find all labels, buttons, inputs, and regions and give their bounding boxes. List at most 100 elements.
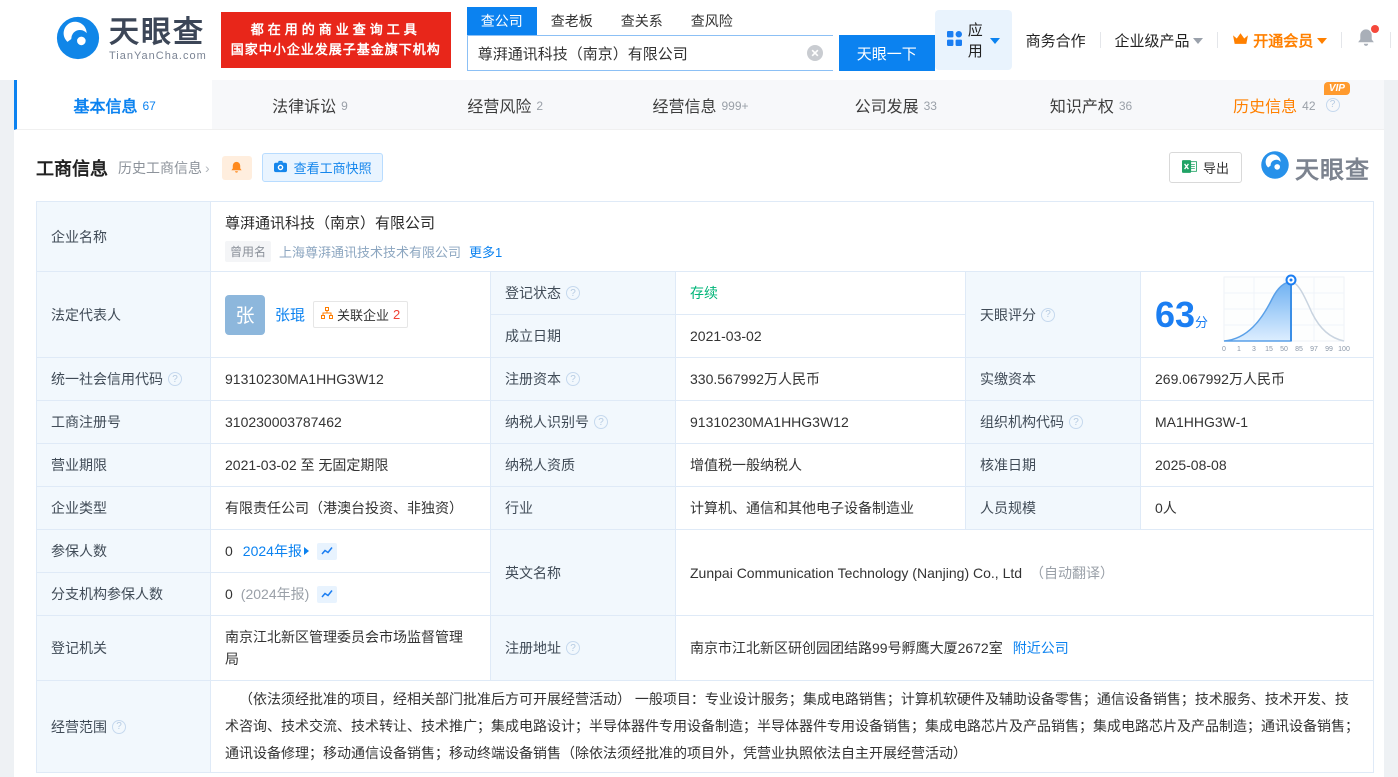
search-tab-company[interactable]: 查公司 — [467, 7, 537, 35]
tianyancha-logo[interactable]: 天眼查 TianYanCha.com — [55, 15, 207, 66]
help-icon[interactable] — [594, 415, 608, 429]
top-header: 天眼查 TianYanCha.com 都在用的商业查询工具 国家中小企业发展子基… — [0, 0, 1398, 80]
help-icon[interactable] — [566, 372, 580, 386]
tab-business-info[interactable]: 经营信息999+ — [603, 80, 798, 129]
nearby-companies-link[interactable]: 附近公司 — [1013, 638, 1069, 658]
field-label-approval-date: 核准日期 — [966, 444, 1141, 487]
tab-legal-litigation[interactable]: 法律诉讼9 — [212, 80, 407, 129]
org-code-value: MA1HHG3W-1 — [1141, 401, 1374, 444]
tab-count: 36 — [1119, 99, 1132, 113]
history-registration-link[interactable]: 历史工商信息 — [118, 158, 210, 178]
help-icon[interactable] — [1041, 308, 1055, 322]
snapshot-button[interactable]: 查看工商快照 — [262, 153, 383, 182]
branch-insured-value: 0 — [225, 586, 233, 602]
search-tab-risk[interactable]: 查风险 — [677, 7, 747, 35]
tab-intellectual-property[interactable]: 知识产权36 — [993, 80, 1188, 129]
brand-name: 天眼查 — [109, 18, 207, 48]
field-label-paid-capital: 实缴资本 — [966, 358, 1141, 401]
field-label-branch-insured: 分支机构参保人数 — [37, 573, 211, 616]
snapshot-button-label: 查看工商快照 — [294, 158, 372, 177]
related-companies-count: 2 — [393, 307, 400, 322]
tianyancha-logo-icon — [55, 15, 101, 66]
tab-label: 经营信息 — [652, 93, 716, 117]
authority-value: 南京江北新区管理委员会市场监督管理局 — [211, 616, 491, 681]
field-label-text: 统一社会信用代码 — [51, 369, 163, 389]
reg-no-value: 310230003787462 — [211, 401, 491, 444]
help-icon[interactable] — [566, 286, 580, 300]
tab-history-info[interactable]: VIP 历史信息42 — [1189, 80, 1384, 129]
related-companies-badge[interactable]: 关联企业 2 — [313, 301, 408, 328]
tab-count: 33 — [924, 99, 937, 113]
chevron-down-icon — [990, 38, 1000, 44]
registration-info-table: 企业名称 尊湃通讯科技（南京）有限公司 曾用名 上海尊湃通讯技术技术有限公司 更… — [36, 201, 1374, 773]
export-button-label: 导出 — [1203, 158, 1229, 177]
field-label-text: 天眼评分 — [980, 305, 1036, 325]
export-button[interactable]: 导出 — [1169, 152, 1242, 183]
svg-text:85: 85 — [1295, 346, 1303, 353]
nav-cooperation[interactable]: 商务合作 — [1026, 30, 1086, 51]
field-label-text: 组织机构代码 — [980, 412, 1064, 432]
score-unit: 分 — [1195, 315, 1208, 330]
field-label-staff-size: 人员规模 — [966, 487, 1141, 530]
crown-icon — [1232, 32, 1249, 49]
chevron-down-icon — [1317, 38, 1327, 44]
search-button[interactable]: 天眼一下 — [839, 35, 935, 71]
trend-chart-icon[interactable] — [317, 543, 337, 560]
watermark-label: 天眼查 — [1295, 150, 1370, 185]
slogan-line1: 都在用的商业查询工具 — [231, 20, 441, 40]
field-label-industry: 行业 — [491, 487, 676, 530]
svg-text:100: 100 — [1338, 346, 1350, 353]
tianyancha-watermark: 天眼查 — [1260, 150, 1370, 185]
company-tabbar: 基本信息67 法律诉讼9 经营风险2 经营信息999+ 公司发展33 知识产权3… — [14, 80, 1384, 130]
notifications-bell[interactable] — [1356, 28, 1376, 53]
more-former-names-link[interactable]: 更多1 — [469, 242, 502, 261]
excel-icon — [1182, 159, 1197, 177]
paid-capital-value: 269.067992万人民币 — [1141, 358, 1374, 401]
former-name-link[interactable]: 上海尊湃通讯技术技术有限公司 — [279, 242, 461, 261]
tab-label: 法律诉讼 — [272, 93, 336, 117]
related-companies-label: 关联企业 — [337, 305, 389, 324]
status-value: 存续 — [690, 283, 718, 303]
svg-text:15: 15 — [1265, 346, 1273, 353]
tab-company-development[interactable]: 公司发展33 — [798, 80, 993, 129]
tab-label: 历史信息 — [1233, 93, 1297, 117]
svg-text:3: 3 — [1252, 346, 1256, 353]
field-label-english-name: 英文名称 — [491, 530, 676, 616]
tab-count: 67 — [142, 99, 155, 113]
svg-text:50: 50 — [1280, 346, 1288, 353]
svg-text:99: 99 — [1325, 346, 1333, 353]
field-label-text: 登记状态 — [505, 283, 561, 303]
field-label-score: 天眼评分 — [966, 272, 1141, 358]
english-name-value: Zunpai Communication Technology (Nanjing… — [690, 565, 1022, 581]
header-nav: 应用 商务合作 企业级产品 开通会员 超级... — [935, 10, 1398, 70]
taxpayer-quality-value: 增值税一般纳税人 — [676, 444, 966, 487]
subscribe-bell-button[interactable] — [222, 156, 252, 180]
tianyancha-watermark-icon — [1260, 150, 1290, 185]
field-label-insured: 参保人数 — [37, 530, 211, 573]
search-input[interactable] — [467, 35, 833, 71]
annual-report-link[interactable]: 2024年报 — [243, 541, 302, 561]
legal-rep-avatar[interactable]: 张 — [225, 295, 265, 335]
slogan-line2: 国家中小企业发展子基金旗下机构 — [231, 40, 441, 60]
help-icon[interactable] — [168, 372, 182, 386]
help-icon[interactable] — [566, 641, 580, 655]
clear-search-icon[interactable] — [807, 45, 823, 61]
tab-basic-info[interactable]: 基本信息67 — [17, 80, 212, 129]
section-header: 工商信息 历史工商信息 查看工商快照 导出 天眼查 — [14, 130, 1384, 199]
field-label-text: 经营范围 — [51, 717, 107, 737]
tab-operation-risk[interactable]: 经营风险2 — [408, 80, 603, 129]
approval-date-value: 2025-08-08 — [1141, 444, 1374, 487]
help-icon[interactable] — [1326, 98, 1340, 112]
legal-rep-name-link[interactable]: 张琨 — [275, 304, 305, 325]
help-icon[interactable] — [1069, 415, 1083, 429]
trend-chart-icon[interactable] — [317, 586, 337, 603]
field-label-authority: 登记机关 — [37, 616, 211, 681]
nav-apps[interactable]: 应用 — [935, 10, 1012, 70]
search-tab-relation[interactable]: 查关系 — [607, 7, 677, 35]
field-label-established-date: 成立日期 — [491, 315, 676, 358]
nav-enterprise-products[interactable]: 企业级产品 — [1114, 30, 1203, 51]
nav-open-vip[interactable]: 开通会员 — [1232, 30, 1327, 51]
search-tab-boss[interactable]: 查老板 — [537, 7, 607, 35]
help-icon[interactable] — [112, 720, 126, 734]
tianyan-score-cell: 63分 — [1141, 272, 1374, 358]
